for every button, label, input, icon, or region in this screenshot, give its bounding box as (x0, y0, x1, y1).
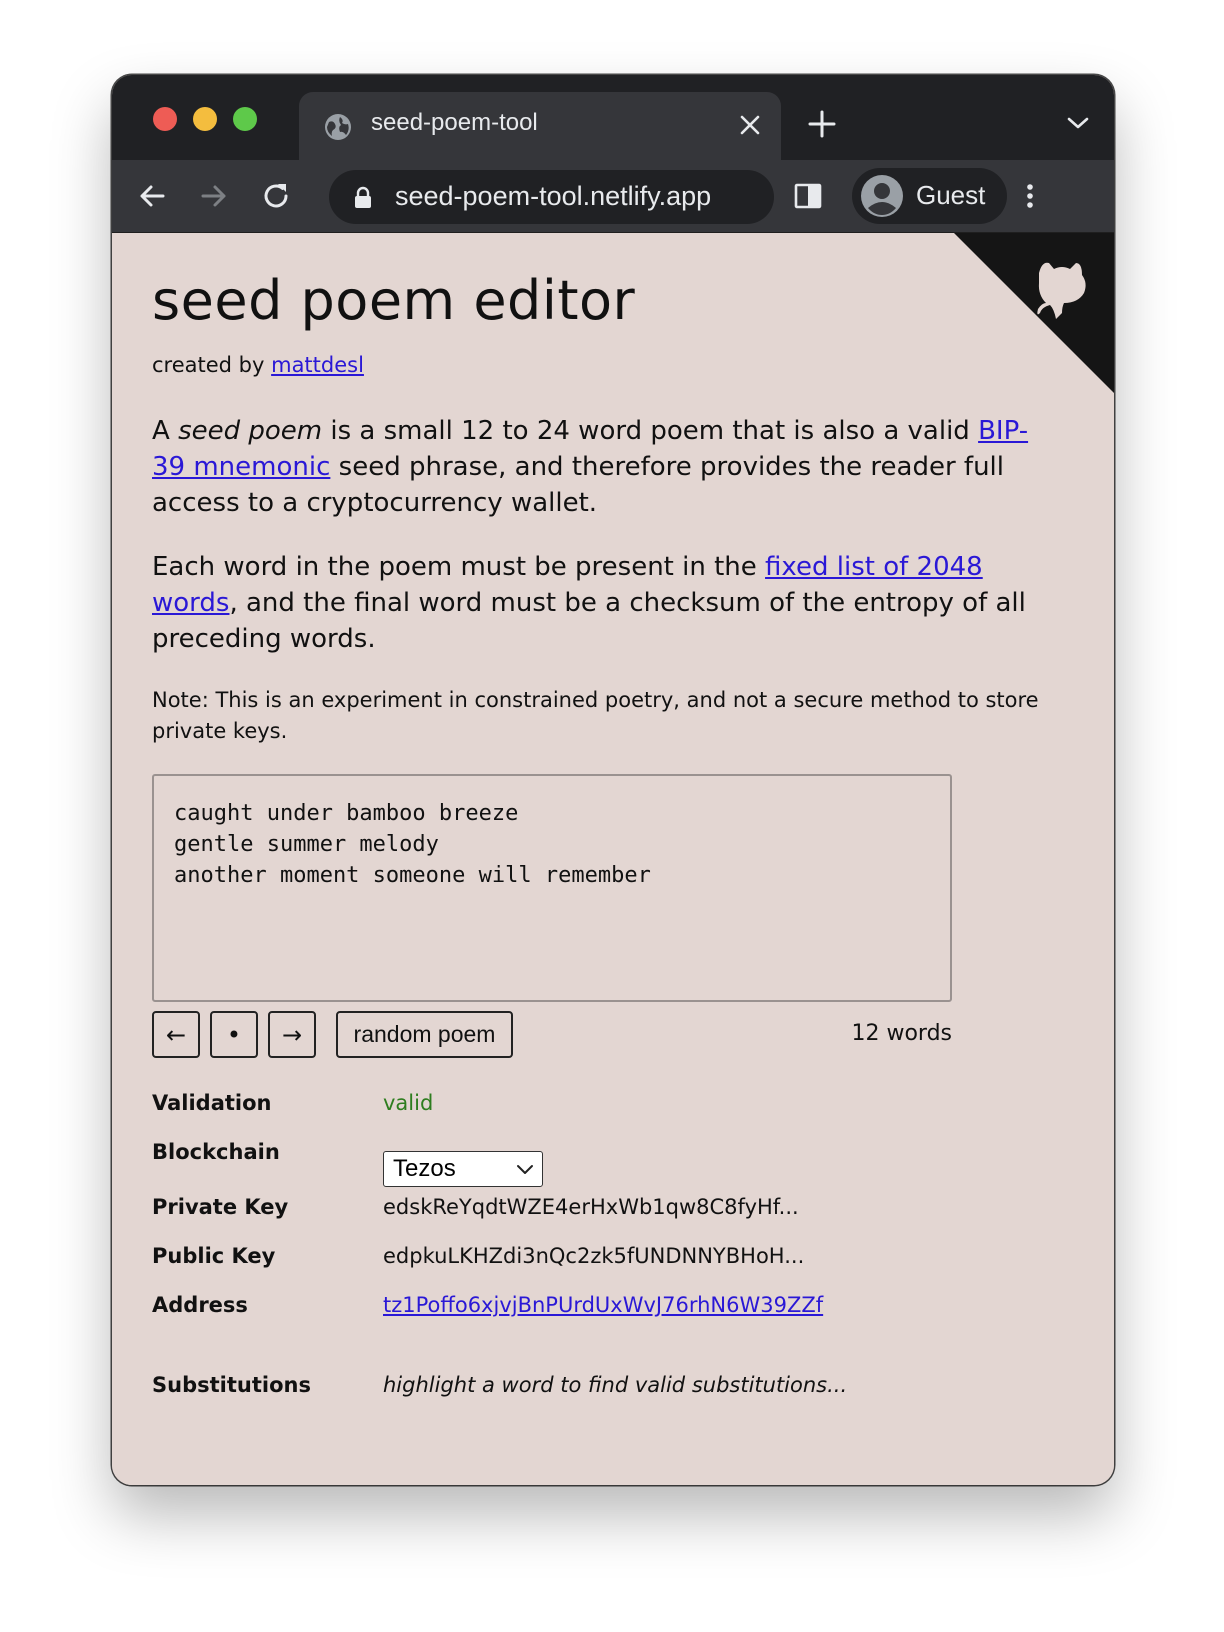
tab-title: seed-poem-tool (371, 109, 538, 136)
address-label: Address (152, 1293, 248, 1317)
browser-toolbar: seed-poem-tool.netlify.app Guest (112, 160, 1114, 233)
plus-icon[interactable] (807, 109, 837, 139)
reload-icon[interactable] (260, 180, 292, 212)
profile-button[interactable]: Guest (852, 168, 1007, 224)
public-key-value: edpkuLKHZdi3nQc2zk5fUNDNNYBHoH... (383, 1244, 805, 1268)
public-key-label: Public Key (152, 1244, 276, 1268)
intro-a: A (152, 416, 179, 446)
window-close-button[interactable] (153, 107, 177, 131)
poem-line: another moment someone will remember (174, 863, 651, 888)
intro-seed-poem: seed poem (178, 416, 323, 446)
blockchain-label: Blockchain (152, 1140, 280, 1164)
lock-icon (355, 186, 371, 208)
chevron-down-icon (517, 1165, 533, 1174)
wordlist-paragraph: Each word in the poem must be present in… (152, 549, 1052, 657)
author-link[interactable]: mattdesl (271, 353, 364, 377)
blockchain-selected-value: Tezos (393, 1155, 456, 1182)
window-zoom-button[interactable] (233, 107, 257, 131)
url-text: seed-poem-tool.netlify.app (395, 181, 712, 211)
word-count: 12 words (851, 1021, 952, 1046)
tab-seed-poem-tool[interactable]: seed-poem-tool (299, 92, 781, 160)
wordlist-end: , and the final word must be a checksum … (152, 588, 1026, 654)
browser-window: seed-poem-tool seed-poem-tool.netlify.ap… (112, 75, 1114, 1485)
previous-button[interactable]: ← (152, 1011, 200, 1058)
window-minimize-button[interactable] (193, 107, 217, 131)
credit-line: created by mattdesl (152, 353, 364, 377)
chevron-down-icon[interactable] (1066, 115, 1090, 131)
random-poem-button[interactable]: random poem (336, 1011, 513, 1058)
globe-icon (325, 114, 351, 140)
tab-strip: seed-poem-tool (112, 75, 1114, 160)
kebab-menu-icon[interactable] (1014, 180, 1046, 212)
page-content: seed poem editor created by mattdesl A s… (112, 233, 1114, 1485)
page-title: seed poem editor (152, 269, 636, 332)
address-link[interactable]: tz1Poffo6xjvjBnPUrdUxWvJ76rhN6W39ZZf (383, 1293, 823, 1317)
private-key-label: Private Key (152, 1195, 289, 1219)
close-icon[interactable] (737, 112, 763, 138)
intro-paragraph: A seed poem is a small 12 to 24 word poe… (152, 413, 1052, 521)
poem-textarea[interactable]: caught under bamboo breeze gentle summer… (152, 774, 952, 1002)
credit-prefix: created by (152, 353, 272, 377)
private-key-value: edskReYqdtWZE4erHxWb1qw8C8fyHf... (383, 1195, 799, 1219)
avatar-icon (861, 175, 903, 217)
dot-button[interactable]: • (210, 1011, 258, 1058)
sidebar-icon[interactable] (792, 180, 824, 212)
next-button[interactable]: → (268, 1011, 316, 1058)
blockchain-select[interactable]: Tezos (383, 1151, 543, 1187)
profile-label: Guest (916, 180, 986, 210)
address-bar[interactable]: seed-poem-tool.netlify.app (329, 170, 774, 224)
validation-status: valid (383, 1091, 434, 1115)
forward-arrow-icon[interactable] (198, 180, 230, 212)
github-octocat-icon[interactable] (954, 233, 1114, 393)
intro-middle: is a small 12 to 24 word poem that is al… (322, 416, 979, 446)
substitutions-hint: highlight a word to find valid substitut… (383, 1373, 848, 1397)
note-text: Note: This is an experiment in constrain… (152, 688, 1039, 743)
substitutions-label: Substitutions (152, 1373, 311, 1397)
poem-line: caught under bamboo breeze (174, 801, 519, 826)
back-arrow-icon[interactable] (136, 180, 168, 212)
validation-label: Validation (152, 1091, 272, 1115)
poem-line: gentle summer melody (174, 832, 439, 857)
wordlist-start: Each word in the poem must be present in… (152, 552, 766, 582)
